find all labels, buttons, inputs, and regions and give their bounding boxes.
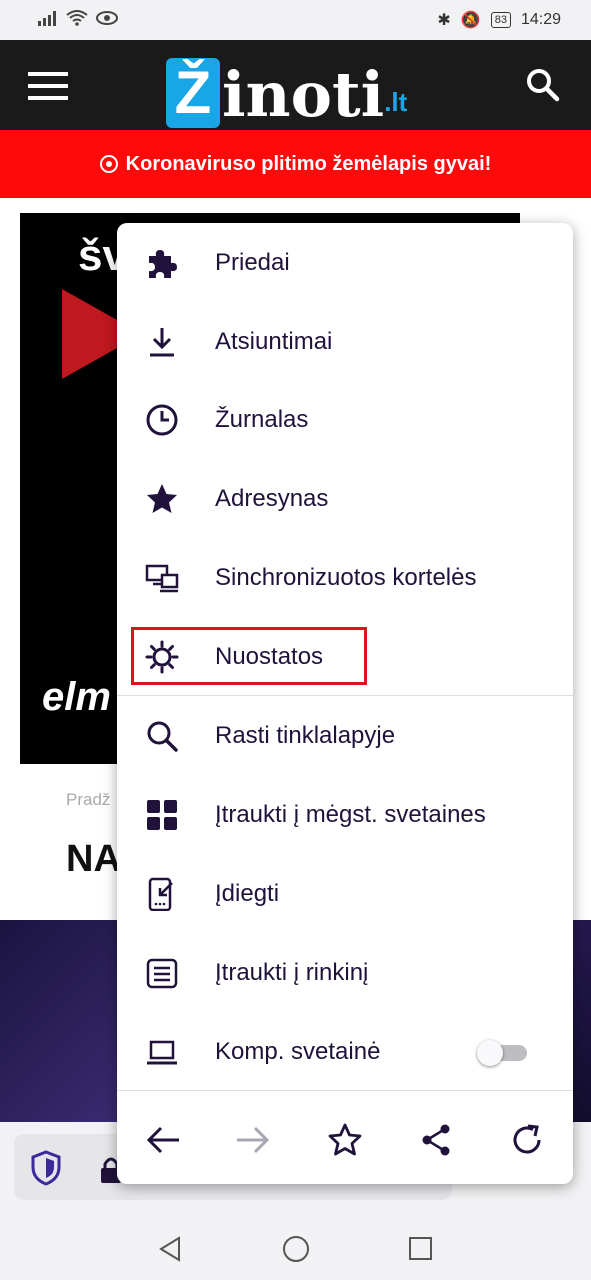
menu-divider [117,1090,573,1091]
bookmark-button[interactable] [323,1118,367,1162]
back-button[interactable] [141,1118,185,1162]
menu-item-label: Komp. svetainė [215,1038,381,1065]
site-logo[interactable]: Ž inoti .lt [166,48,407,128]
signal-icon [38,11,56,26]
reload-icon [513,1124,541,1154]
menu-item-add-to-collection[interactable]: Įtraukti į rinkinį [117,934,573,1012]
browser-main-menu: Priedai Atsiuntimai Žurnalas Adresynas S… [117,223,573,1184]
puzzle-icon [145,246,179,280]
reload-button[interactable] [505,1118,549,1162]
arrow-right-icon [237,1126,270,1154]
menu-item-history[interactable]: Žurnalas [117,381,573,459]
status-bar: ✱ 🔕 83 14:29 [0,0,591,40]
download-icon [145,325,179,359]
menu-item-install[interactable]: Įdiegti [117,855,573,933]
menu-divider [117,695,573,696]
laptop-icon [145,1035,179,1069]
menu-item-label: Žurnalas [215,406,309,433]
menu-item-label: Įtraukti į rinkinį [215,959,369,986]
muted-bell-icon: 🔕 [460,12,481,29]
grid-icon [145,798,179,832]
menu-item-addons[interactable]: Priedai [117,224,573,302]
menu-item-synced-tabs[interactable]: Sinchronizuotos kortelės [117,539,573,617]
collection-icon [145,956,179,990]
nav-back-icon[interactable] [158,1236,182,1262]
menu-item-label: Sinchronizuotos kortelės [215,564,477,591]
menu-item-label: Adresynas [215,485,329,512]
ad-logo-text: elm [42,675,111,719]
star-outline-icon [328,1123,362,1156]
menu-item-bookmarks[interactable]: Adresynas [117,460,573,538]
nav-recents-icon[interactable] [408,1236,434,1262]
forward-button[interactable] [231,1118,275,1162]
menu-item-find-in-page[interactable]: Rasti tinklalapyje [117,697,573,775]
bluetooth-icon: ✱ [437,12,451,29]
desktop-site-toggle[interactable] [477,1038,527,1066]
site-search-icon[interactable] [526,68,560,102]
article-headline[interactable]: NA [66,838,121,881]
live-dot-icon [99,155,118,173]
menu-item-label: Priedai [215,249,290,276]
share-button[interactable] [414,1118,458,1162]
wifi-icon [66,10,88,26]
menu-item-label: Įtraukti į mėgst. svetaines [215,801,486,828]
logo-suffix: .lt [384,87,408,117]
arrow-left-icon [146,1126,179,1154]
hamburger-menu-icon[interactable] [28,72,68,100]
synced-tabs-icon [145,561,179,595]
breadcrumb[interactable]: Pradž [66,790,110,810]
menu-item-add-to-top-sites[interactable]: Įtraukti į mėgst. svetaines [117,776,573,854]
clock-time: 14:29 [520,11,561,28]
share-icon [422,1124,450,1156]
eye-icon [96,11,118,25]
menu-item-label: Atsiuntimai [215,328,333,355]
nav-home-icon[interactable] [282,1235,310,1263]
search-icon [145,719,179,753]
star-icon [145,482,179,516]
tracking-protection-shield-icon[interactable] [30,1150,62,1186]
menu-item-label: Įdiegti [215,880,280,907]
menu-item-downloads[interactable]: Atsiuntimai [117,303,573,381]
toggle-knob [477,1040,503,1066]
menu-item-label: Rasti tinklalapyje [215,722,396,749]
settings-highlight-box [131,627,367,685]
logo-text: inoti [222,58,385,131]
battery-level: 83 [490,12,511,28]
system-nav-bar [0,1204,591,1280]
logo-letter: Ž [166,58,220,128]
clock-icon [145,403,179,437]
install-icon [145,877,179,911]
covid-map-banner[interactable]: Koronaviruso plitimo žemėlapis gyvai! [0,130,591,198]
banner-text: Koronaviruso plitimo žemėlapis gyvai! [125,152,492,175]
